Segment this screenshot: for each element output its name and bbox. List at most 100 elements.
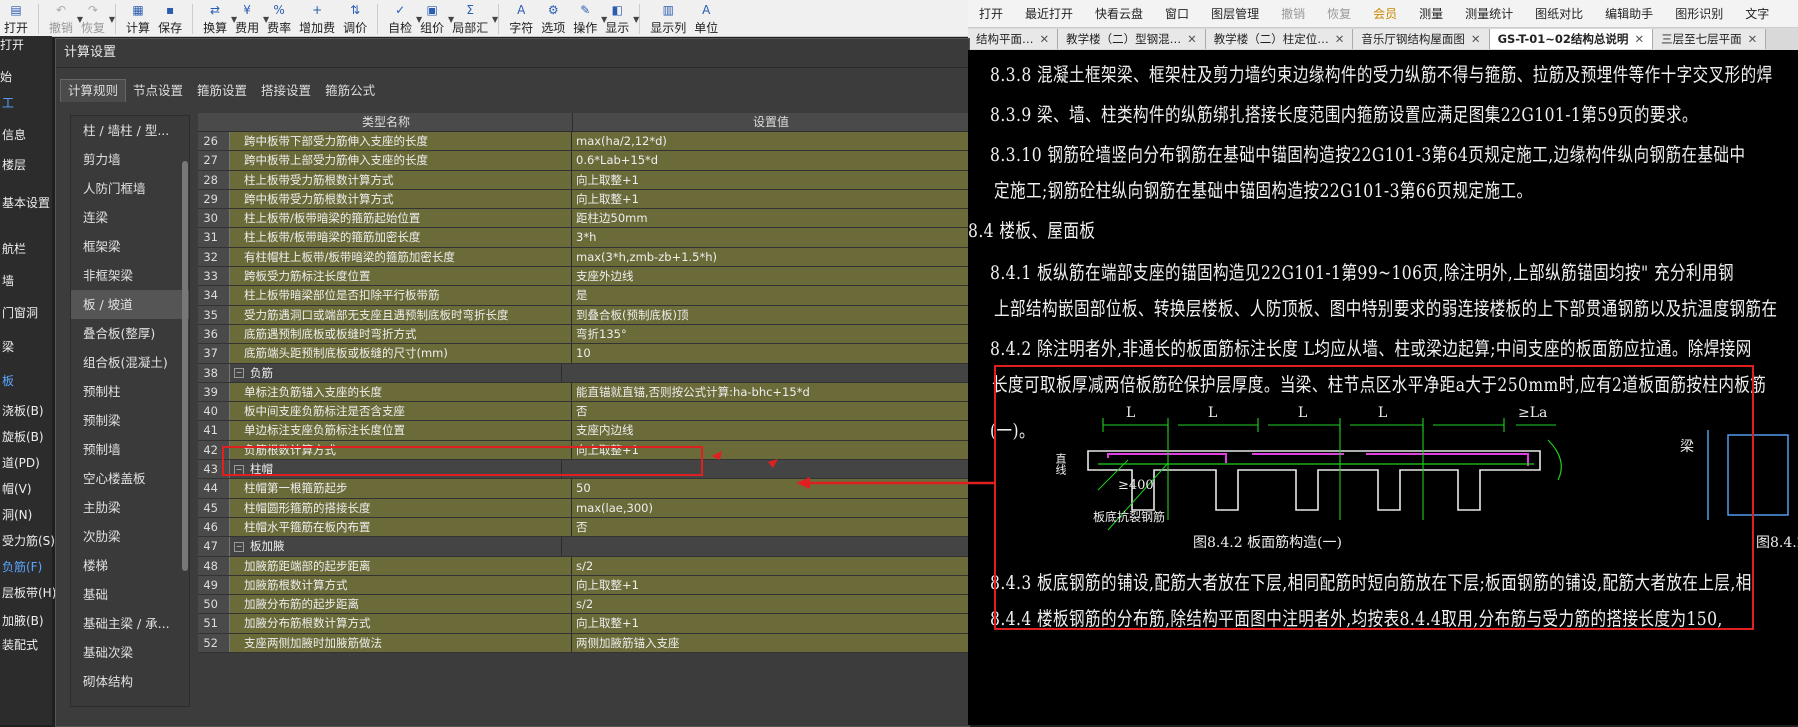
category-item[interactable]: 人防门框墙: [71, 174, 189, 203]
category-item[interactable]: 预制墙: [71, 435, 189, 464]
dialog-tab[interactable]: 箍筋公式: [318, 80, 382, 102]
viewer-tab[interactable]: 结构平面… ✕: [968, 29, 1059, 49]
toolbar-open-button[interactable]: ▤ 打开: [0, 2, 32, 36]
setting-value[interactable]: max(3*h,zmb-zb+1.5*h): [572, 247, 969, 267]
close-icon[interactable]: ✕: [1471, 32, 1481, 46]
category-item[interactable]: 连梁: [71, 203, 189, 232]
setting-value[interactable]: 否: [572, 517, 969, 537]
table-row[interactable]: 39 单标注负筋锚入支座的长度 能直锚就直锚,否则按公式计算:ha-bhc+15*d: [198, 382, 969, 403]
category-item[interactable]: 柱 / 墙柱 / 型...: [71, 116, 189, 145]
dialog-tab[interactable]: 节点设置: [126, 80, 190, 102]
dropdown-caret-icon[interactable]: ▼: [633, 15, 639, 24]
toolbar-unit-button[interactable]: A 单位: [690, 2, 722, 36]
setting-value[interactable]: 否: [572, 402, 969, 421]
viewer-tab[interactable]: 教学楼（二）柱定位… ✕: [1205, 29, 1354, 49]
toolbar-group-price-button[interactable]: ▣ 组价 ▼: [416, 2, 454, 36]
setting-value[interactable]: 距柱边50mm: [572, 209, 969, 228]
toolbar-columns-button[interactable]: ▥ 显示列: [646, 2, 690, 36]
setting-value[interactable]: s/2: [572, 595, 969, 614]
setting-value[interactable]: 弯折135°: [572, 324, 969, 344]
group-row[interactable]: 47 − 板加腋: [198, 537, 969, 557]
dialog-tab[interactable]: 箍筋设置: [190, 80, 254, 102]
setting-value[interactable]: [562, 537, 969, 556]
viewer-menu-item[interactable]: 测量: [1408, 5, 1454, 22]
toolbar-self-check-button[interactable]: ✓ 自检 ▼: [384, 2, 422, 36]
bg-nav-item[interactable]: 基本设置: [2, 194, 50, 211]
bg-nav-item[interactable]: 墙: [2, 272, 14, 289]
dropdown-caret-icon[interactable]: ▼: [492, 15, 498, 24]
table-row[interactable]: 45 柱帽圆形箍筋的搭接长度 max(lae,300): [198, 498, 969, 518]
bg-nav-item[interactable]: 装配式: [2, 636, 38, 653]
table-row[interactable]: 40 板中间支座负筋标注是否含支座 否: [198, 402, 969, 422]
table-row[interactable]: 34 柱上板带暗梁部位是否扣除平行板带筋 是: [198, 286, 969, 306]
collapse-icon[interactable]: −: [234, 368, 244, 379]
category-item[interactable]: 主肋梁: [71, 493, 189, 522]
bg-nav-item[interactable]: 信息: [2, 126, 26, 143]
dialog-tab[interactable]: 计算规则: [60, 79, 127, 102]
table-row[interactable]: 28 柱上板带受力筋根数计算方式 向上取整+1: [198, 170, 969, 190]
viewer-menu-item[interactable]: 编辑助手: [1594, 5, 1664, 22]
toolbar-operation-button[interactable]: ✎ 操作 ▼: [569, 2, 607, 36]
bg-nav-item[interactable]: 航栏: [2, 240, 26, 257]
table-row[interactable]: 48 加腋筋距端部的起步距离 s/2: [198, 556, 969, 576]
table-row[interactable]: 44 柱帽第一根箍筋起步 50: [198, 479, 969, 499]
bg-nav-item[interactable]: 层板带(H): [2, 584, 56, 601]
table-row[interactable]: 51 加腋分布筋根数计算方式 向上取整+1: [198, 614, 969, 634]
toolbar-rate-button[interactable]: % 费率: [263, 2, 295, 36]
toolbar-partial-sum-button[interactable]: Σ 局部汇 ▼: [448, 2, 498, 36]
toolbar-convert-button[interactable]: ⇄ 换算 ▼: [199, 2, 237, 36]
table-row[interactable]: 32 有柱帽柱上板带/板带暗梁的箍筋加密长度 max(3*h,zmb-zb+1.5*…: [198, 247, 969, 268]
close-icon[interactable]: ✕: [1335, 32, 1345, 46]
bg-nav-item[interactable]: 门窗洞: [2, 304, 38, 321]
category-item[interactable]: 基础: [71, 580, 189, 609]
category-item[interactable]: 组合板(混凝土): [71, 348, 189, 377]
viewer-menu-item[interactable]: 快看云盘: [1084, 5, 1154, 22]
setting-value[interactable]: 向上取整+1: [572, 170, 969, 189]
dropdown-caret-icon[interactable]: ▼: [109, 15, 115, 24]
viewer-menu-item[interactable]: 打开: [968, 5, 1014, 22]
viewer-tab[interactable]: 三层至七层平面 ✕: [1653, 29, 1767, 49]
setting-value[interactable]: max(lae,300): [572, 498, 969, 517]
toolbar-fee-button[interactable]: ¥ 费用 ▼: [231, 2, 269, 36]
table-row[interactable]: 52 支座两侧加腋时加腋筋做法 两侧加腋筋锚入支座: [198, 633, 969, 654]
category-item[interactable]: 预制柱: [71, 377, 189, 406]
setting-value[interactable]: 是: [572, 286, 969, 305]
viewer-menu-item[interactable]: 恢复: [1316, 5, 1362, 22]
category-item[interactable]: 空心楼盖板: [71, 464, 189, 493]
table-row[interactable]: 31 柱上板带/板带暗梁的箍筋加密长度 3*h: [198, 228, 969, 248]
bg-nav-item[interactable]: 洞(N): [2, 506, 32, 523]
dialog-tab[interactable]: 搭接设置: [254, 80, 318, 102]
viewer-menu-item[interactable]: 图层管理: [1200, 5, 1270, 22]
toolbar-display-button[interactable]: ◧ 显示 ▼: [601, 2, 639, 36]
setting-value[interactable]: 到叠合板(预制底板)顶: [572, 305, 969, 324]
bg-nav-item[interactable]: 梁: [2, 338, 14, 355]
viewer-menu-item[interactable]: 图形识别: [1664, 5, 1734, 22]
table-row[interactable]: 37 底筋端头距预制底板或板缝的尺寸(mm) 10: [198, 344, 969, 364]
setting-value[interactable]: 向上取整+1: [572, 575, 969, 595]
close-icon[interactable]: ✕: [1040, 32, 1050, 46]
viewer-tab[interactable]: 教学楼（二）型钢混… ✕: [1058, 29, 1206, 49]
table-row[interactable]: 27 跨中板带上部受力筋伸入支座的长度 0.6*Lab+15*d: [198, 151, 969, 171]
table-row[interactable]: 41 单边标注支座负筋标注长度位置 支座内边线: [198, 421, 969, 441]
category-item[interactable]: 基础主梁 / 承...: [71, 609, 189, 638]
table-row[interactable]: 29 跨中板带受力筋根数计算方式 向上取整+1: [198, 189, 969, 210]
table-row[interactable]: 35 受力筋遇洞口或端部无支座且遇预制底板时弯折长度 到叠合板(预制底板)顶: [198, 305, 969, 325]
bg-nav-item[interactable]: 浇板(B): [2, 402, 44, 419]
viewer-tab[interactable]: GS-T-01~02结构总说明 ✕: [1489, 29, 1654, 49]
category-item[interactable]: 楼梯: [71, 551, 189, 580]
viewer-menu-item[interactable]: 文字: [1734, 5, 1780, 22]
bg-nav-item[interactable]: 帽(V): [2, 480, 32, 497]
bg-nav-item[interactable]: 旋板(B): [2, 428, 44, 445]
bg-nav-item[interactable]: 加腋(B): [2, 612, 44, 629]
viewer-menu-item[interactable]: 图纸对比: [1524, 5, 1594, 22]
bg-nav-item[interactable]: 负筋(F): [2, 558, 42, 575]
category-item[interactable]: 基础次梁: [71, 638, 189, 667]
toolbar-save-button[interactable]: ▪ 保存: [154, 2, 186, 36]
table-row[interactable]: 36 底筋遇预制底板或板缝时弯折方式 弯折135°: [198, 324, 969, 345]
setting-value[interactable]: 0.6*Lab+15*d: [572, 151, 969, 170]
setting-value[interactable]: 两侧加腋筋锚入支座: [572, 633, 969, 653]
table-row[interactable]: 33 跨板受力筋标注长度位置 支座外边线: [198, 267, 969, 287]
bg-nav-item[interactable]: 始: [0, 68, 12, 85]
bg-nav-item[interactable]: 打开: [0, 36, 24, 53]
setting-value[interactable]: 能直锚就直锚,否则按公式计算:ha-bhc+15*d: [572, 382, 969, 402]
